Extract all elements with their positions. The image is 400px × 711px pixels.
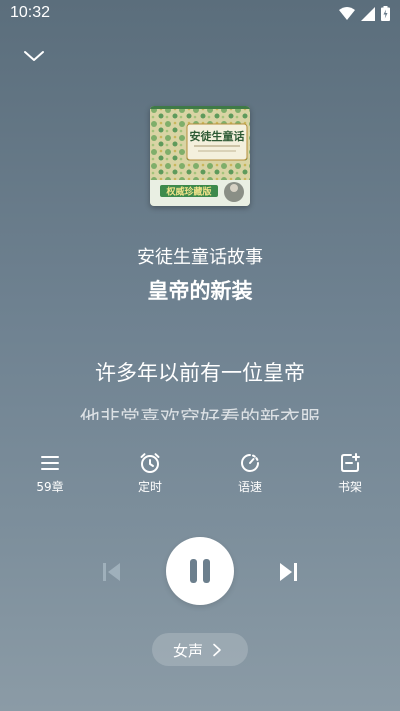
next-line: 他非常喜欢穿好看的新衣服 [80, 406, 320, 420]
next-button[interactable] [274, 558, 302, 586]
status-icons [339, 6, 390, 21]
timer-label: 定时 [137, 480, 162, 494]
chevron-right-icon [213, 643, 221, 657]
voice-label: 女声 [173, 642, 204, 660]
next-line-container: 他非常喜欢穿好看的新衣服 [0, 400, 400, 420]
bookshelf-label: 书架 [337, 480, 362, 494]
alarm-clock-icon [140, 453, 160, 473]
chapters-label: 59章 [36, 480, 64, 494]
wifi-icon [339, 7, 355, 20]
battery-icon [381, 6, 390, 21]
current-line: 许多年以前有一位皇帝 [95, 361, 305, 385]
pause-icon [190, 559, 210, 583]
chapters-button[interactable]: 59章 [10, 452, 90, 495]
bookshelf-button[interactable]: 书架 [310, 452, 390, 495]
skip-previous-icon [103, 563, 120, 581]
list-icon [41, 456, 59, 470]
chapter-title: 皇帝的新装 [147, 279, 253, 303]
bookshelf-add-icon [341, 453, 360, 472]
timer-button[interactable]: 定时 [110, 452, 190, 495]
book-title: 安徒生童话故事 [137, 247, 263, 268]
chevron-down-icon [24, 51, 44, 61]
player-toolbar: 59章 定时 语速 书架 [0, 452, 400, 498]
previous-button[interactable] [98, 558, 126, 586]
speed-label: 语速 [237, 480, 262, 494]
speed-button[interactable]: 语速 [210, 452, 290, 495]
status-bar: 10:32 [0, 0, 400, 28]
cover-subtitle: 权威珍藏版 [165, 186, 211, 198]
voice-selector-button[interactable]: 女声 [152, 633, 248, 666]
cover-title: 安徒生童话 [190, 129, 245, 143]
book-cover-art: 安徒生童话 权威珍藏版 [150, 106, 250, 206]
collapse-button[interactable] [20, 44, 48, 68]
play-pause-button[interactable] [166, 537, 234, 605]
status-time: 10:32 [10, 4, 51, 21]
speed-icon [241, 454, 259, 472]
skip-next-icon [280, 563, 297, 581]
book-cover: 安徒生童话 权威珍藏版 [150, 106, 250, 206]
signal-icon [361, 6, 375, 21]
